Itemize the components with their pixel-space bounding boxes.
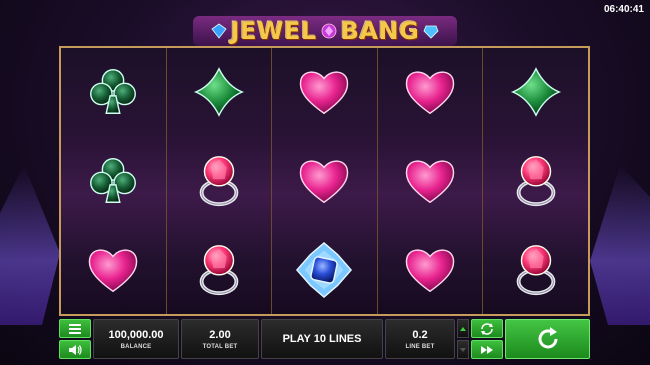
autoplay-icon — [481, 322, 493, 335]
reel-1 — [61, 48, 167, 314]
reel-cell — [378, 48, 483, 137]
reel-cell — [483, 137, 588, 226]
autoplay-button[interactable] — [471, 319, 503, 338]
ruby-ring-icon — [516, 156, 556, 207]
balance-display: 100,000.00 BALANCE — [93, 319, 179, 359]
diamond-suit-icon — [193, 67, 245, 118]
heart-icon — [405, 160, 455, 204]
ruby-ring-icon — [199, 244, 239, 295]
ruby-ring-icon — [516, 244, 556, 295]
balance-value: 100,000.00 — [108, 328, 164, 341]
logo-text-jewel: JEWEL — [230, 17, 317, 45]
pink-gem-icon — [321, 23, 337, 39]
fast-forward-icon — [481, 345, 493, 354]
reel-cell — [483, 225, 588, 314]
crystal-decoration-left — [0, 165, 60, 325]
heart-icon — [300, 71, 349, 115]
spin-button[interactable] — [505, 319, 590, 359]
arrow-up-icon — [460, 326, 466, 331]
spin-icon — [538, 327, 557, 349]
crystal-decoration-right — [590, 165, 650, 325]
reel-cell — [167, 48, 272, 137]
reel-cell — [272, 48, 377, 137]
reel-cell — [378, 137, 483, 226]
sound-button[interactable] — [59, 340, 91, 359]
sapphire-brooch-icon — [296, 241, 353, 298]
reel-2 — [166, 48, 273, 314]
decrease-bet-button[interactable] — [457, 340, 469, 359]
reel-cell — [167, 225, 272, 314]
reel-5 — [483, 48, 588, 314]
reel-cell — [272, 225, 377, 314]
ruby-ring-icon — [199, 156, 239, 207]
heart-icon — [405, 71, 455, 115]
reel-cell — [61, 48, 166, 137]
reel-cell — [61, 137, 166, 226]
total-bet-value: 2.00 — [209, 328, 231, 341]
reel-cell — [378, 225, 483, 314]
reels-area — [59, 46, 590, 316]
reel-cell — [167, 137, 272, 226]
control-bar: 100,000.00 BALANCE 2.00 TOTAL BET PLAY 1… — [59, 319, 590, 359]
logo-text-bang: BANG — [340, 17, 420, 45]
menu-sound-column — [59, 319, 91, 359]
line-bet-label: LINE BET — [405, 343, 435, 350]
gem-icon — [211, 23, 227, 39]
line-bet-value: 0.2 — [412, 328, 428, 341]
line-bet-arrows — [457, 319, 469, 359]
reel-4 — [377, 48, 484, 314]
balance-label: BALANCE — [120, 343, 152, 350]
club-icon — [90, 69, 137, 115]
reel-cell — [61, 225, 166, 314]
reel-cell — [483, 48, 588, 137]
line-bet-display: 0.2 LINE BET — [385, 319, 455, 359]
total-bet-label: TOTAL BET — [202, 343, 238, 350]
menu-button[interactable] — [59, 319, 91, 338]
club-icon — [90, 158, 137, 203]
play-lines-button[interactable]: PLAY 10 LINES — [261, 319, 383, 359]
diamond-suit-icon — [510, 67, 561, 118]
reel-3 — [272, 48, 378, 314]
heart-icon — [89, 249, 138, 292]
turbo-button[interactable] — [471, 340, 503, 359]
game-logo: JEWEL BANG — [0, 12, 650, 50]
hamburger-menu-icon — [69, 323, 81, 334]
increase-bet-button[interactable] — [457, 319, 469, 338]
speaker-icon — [68, 344, 82, 355]
blue-gem-icon — [423, 25, 439, 39]
heart-icon — [300, 160, 349, 204]
reel-cell — [272, 137, 377, 226]
auto-turbo-column — [471, 319, 503, 359]
heart-icon — [405, 249, 455, 292]
total-bet-display: 2.00 TOTAL BET — [181, 319, 259, 359]
arrow-down-icon — [460, 347, 466, 352]
